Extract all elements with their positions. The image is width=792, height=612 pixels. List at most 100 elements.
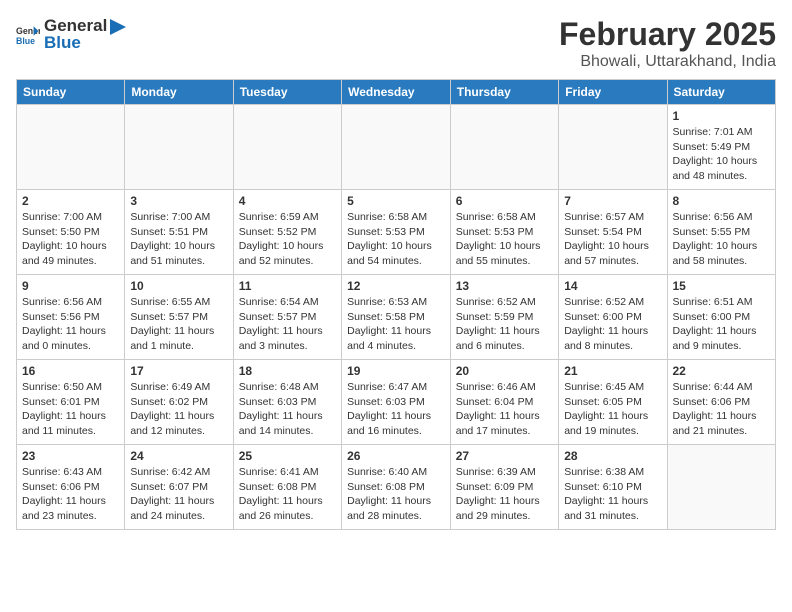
day-info: Sunrise: 7:00 AM Sunset: 5:50 PM Dayligh… <box>22 210 119 269</box>
day-cell: 3 Sunrise: 7:00 AM Sunset: 5:51 PM Daylig… <box>125 190 233 275</box>
day-number: 6 <box>456 194 553 208</box>
weekday-header-sunday: Sunday <box>17 80 125 105</box>
weekday-header-monday: Monday <box>125 80 233 105</box>
week-row-0: 1 Sunrise: 7:01 AM Sunset: 5:49 PM Daylig… <box>17 105 776 190</box>
day-info: Sunrise: 6:58 AM Sunset: 5:53 PM Dayligh… <box>456 210 553 269</box>
day-number: 14 <box>564 279 661 293</box>
calendar-table: SundayMondayTuesdayWednesdayThursdayFrid… <box>16 79 776 530</box>
weekday-header-friday: Friday <box>559 80 667 105</box>
day-number: 16 <box>22 364 119 378</box>
day-cell: 17 Sunrise: 6:49 AM Sunset: 6:02 PM Dayli… <box>125 360 233 445</box>
day-number: 25 <box>239 449 336 463</box>
day-number: 1 <box>673 109 771 123</box>
week-row-4: 23 Sunrise: 6:43 AM Sunset: 6:06 PM Dayli… <box>17 445 776 530</box>
day-info: Sunrise: 6:51 AM Sunset: 6:00 PM Dayligh… <box>673 295 771 354</box>
day-cell: 9 Sunrise: 6:56 AM Sunset: 5:56 PM Daylig… <box>17 275 125 360</box>
day-info: Sunrise: 6:49 AM Sunset: 6:02 PM Dayligh… <box>130 380 227 439</box>
day-cell <box>450 105 558 190</box>
day-cell <box>17 105 125 190</box>
day-info: Sunrise: 6:54 AM Sunset: 5:57 PM Dayligh… <box>239 295 336 354</box>
day-info: Sunrise: 6:46 AM Sunset: 6:04 PM Dayligh… <box>456 380 553 439</box>
day-cell: 25Sunrise: 6:41 AM Sunset: 6:08 PM Dayli… <box>233 445 341 530</box>
day-cell: 11 Sunrise: 6:54 AM Sunset: 5:57 PM Dayli… <box>233 275 341 360</box>
day-cell <box>667 445 776 530</box>
day-number: 18 <box>239 364 336 378</box>
logo: General Blue General Blue <box>16 16 128 53</box>
day-cell <box>125 105 233 190</box>
day-cell: 20 Sunrise: 6:46 AM Sunset: 6:04 PM Dayli… <box>450 360 558 445</box>
day-info: Sunrise: 6:50 AM Sunset: 6:01 PM Dayligh… <box>22 380 119 439</box>
day-info: Sunrise: 7:01 AM Sunset: 5:49 PM Dayligh… <box>673 125 771 184</box>
day-info: Sunrise: 7:00 AM Sunset: 5:51 PM Dayligh… <box>130 210 227 269</box>
day-number: 19 <box>347 364 445 378</box>
day-info: Sunrise: 6:58 AM Sunset: 5:53 PM Dayligh… <box>347 210 445 269</box>
day-info: Sunrise: 6:52 AM Sunset: 6:00 PM Dayligh… <box>564 295 661 354</box>
svg-text:Blue: Blue <box>16 35 35 45</box>
day-cell: 28 Sunrise: 6:38 AM Sunset: 6:10 PM Dayli… <box>559 445 667 530</box>
day-cell: 12 Sunrise: 6:53 AM Sunset: 5:58 PM Dayli… <box>342 275 451 360</box>
day-cell: 6 Sunrise: 6:58 AM Sunset: 5:53 PM Daylig… <box>450 190 558 275</box>
day-cell: 10Sunrise: 6:55 AM Sunset: 5:57 PM Dayli… <box>125 275 233 360</box>
day-number: 9 <box>22 279 119 293</box>
day-cell: 14 Sunrise: 6:52 AM Sunset: 6:00 PM Dayli… <box>559 275 667 360</box>
day-info: Sunrise: 6:56 AM Sunset: 5:56 PM Dayligh… <box>22 295 119 354</box>
week-row-3: 16 Sunrise: 6:50 AM Sunset: 6:01 PM Dayli… <box>17 360 776 445</box>
day-info: Sunrise: 6:52 AM Sunset: 5:59 PM Dayligh… <box>456 295 553 354</box>
calendar-location: Bhowali, Uttarakhand, India <box>559 53 776 71</box>
day-number: 21 <box>564 364 661 378</box>
day-number: 2 <box>22 194 119 208</box>
day-info: Sunrise: 6:57 AM Sunset: 5:54 PM Dayligh… <box>564 210 661 269</box>
day-info: Sunrise: 6:38 AM Sunset: 6:10 PM Dayligh… <box>564 465 661 524</box>
week-row-2: 9 Sunrise: 6:56 AM Sunset: 5:56 PM Daylig… <box>17 275 776 360</box>
weekday-header-saturday: Saturday <box>667 80 776 105</box>
day-cell: 5 Sunrise: 6:58 AM Sunset: 5:53 PM Daylig… <box>342 190 451 275</box>
weekday-header-wednesday: Wednesday <box>342 80 451 105</box>
day-info: Sunrise: 6:43 AM Sunset: 6:06 PM Dayligh… <box>22 465 119 524</box>
day-number: 10 <box>130 279 227 293</box>
day-number: 15 <box>673 279 771 293</box>
day-number: 26 <box>347 449 445 463</box>
logo-triangle <box>108 17 128 37</box>
calendar-title: February 2025 <box>559 16 776 53</box>
day-number: 4 <box>239 194 336 208</box>
day-number: 11 <box>239 279 336 293</box>
day-info: Sunrise: 6:47 AM Sunset: 6:03 PM Dayligh… <box>347 380 445 439</box>
day-info: Sunrise: 6:44 AM Sunset: 6:06 PM Dayligh… <box>673 380 771 439</box>
day-cell: 16 Sunrise: 6:50 AM Sunset: 6:01 PM Dayli… <box>17 360 125 445</box>
day-info: Sunrise: 6:40 AM Sunset: 6:08 PM Dayligh… <box>347 465 445 524</box>
week-row-1: 2 Sunrise: 7:00 AM Sunset: 5:50 PM Daylig… <box>17 190 776 275</box>
day-number: 24 <box>130 449 227 463</box>
day-number: 20 <box>456 364 553 378</box>
day-cell: 18 Sunrise: 6:48 AM Sunset: 6:03 PM Dayli… <box>233 360 341 445</box>
day-number: 3 <box>130 194 227 208</box>
day-info: Sunrise: 6:59 AM Sunset: 5:52 PM Dayligh… <box>239 210 336 269</box>
day-number: 7 <box>564 194 661 208</box>
day-cell: 23 Sunrise: 6:43 AM Sunset: 6:06 PM Dayli… <box>17 445 125 530</box>
day-cell: 27 Sunrise: 6:39 AM Sunset: 6:09 PM Dayli… <box>450 445 558 530</box>
page-header: General Blue General Blue February 2025 … <box>16 16 776 71</box>
day-cell: 24Sunrise: 6:42 AM Sunset: 6:07 PM Dayli… <box>125 445 233 530</box>
day-info: Sunrise: 6:56 AM Sunset: 5:55 PM Dayligh… <box>673 210 771 269</box>
day-cell: 21 Sunrise: 6:45 AM Sunset: 6:05 PM Dayli… <box>559 360 667 445</box>
day-info: Sunrise: 6:39 AM Sunset: 6:09 PM Dayligh… <box>456 465 553 524</box>
day-number: 5 <box>347 194 445 208</box>
day-number: 22 <box>673 364 771 378</box>
day-number: 28 <box>564 449 661 463</box>
day-number: 27 <box>456 449 553 463</box>
day-cell: 4 Sunrise: 6:59 AM Sunset: 5:52 PM Daylig… <box>233 190 341 275</box>
day-number: 8 <box>673 194 771 208</box>
day-cell: 13Sunrise: 6:52 AM Sunset: 5:59 PM Dayli… <box>450 275 558 360</box>
day-cell <box>233 105 341 190</box>
day-number: 23 <box>22 449 119 463</box>
logo-icon: General Blue <box>16 23 40 47</box>
day-number: 12 <box>347 279 445 293</box>
day-info: Sunrise: 6:45 AM Sunset: 6:05 PM Dayligh… <box>564 380 661 439</box>
day-info: Sunrise: 6:48 AM Sunset: 6:03 PM Dayligh… <box>239 380 336 439</box>
day-cell: 15 Sunrise: 6:51 AM Sunset: 6:00 PM Dayli… <box>667 275 776 360</box>
day-cell: 26 Sunrise: 6:40 AM Sunset: 6:08 PM Dayli… <box>342 445 451 530</box>
day-info: Sunrise: 6:53 AM Sunset: 5:58 PM Dayligh… <box>347 295 445 354</box>
weekday-header-row: SundayMondayTuesdayWednesdayThursdayFrid… <box>17 80 776 105</box>
day-cell <box>559 105 667 190</box>
day-number: 17 <box>130 364 227 378</box>
weekday-header-thursday: Thursday <box>450 80 558 105</box>
